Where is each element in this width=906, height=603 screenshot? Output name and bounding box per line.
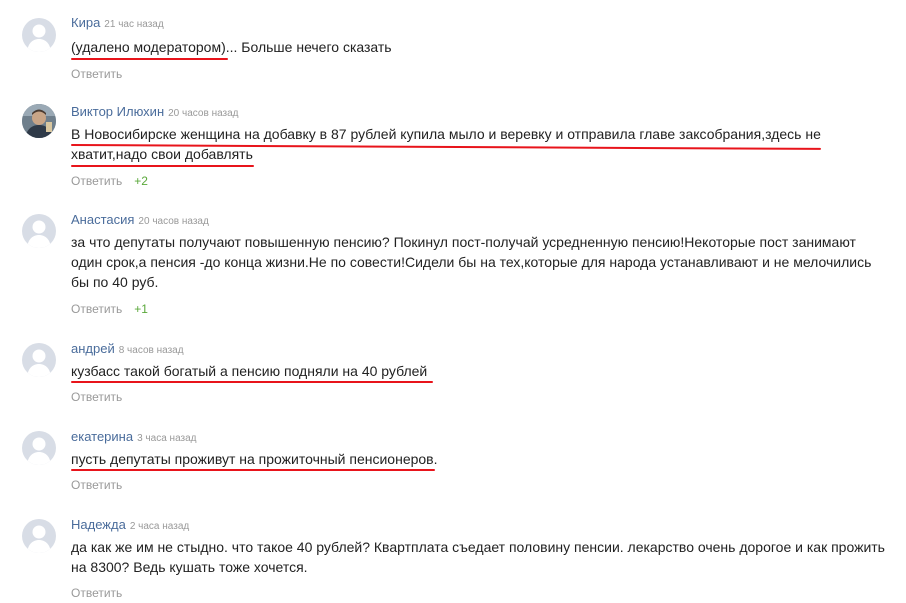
highlight-underline (71, 381, 433, 383)
default-avatar-icon[interactable] (22, 214, 56, 248)
comment-time: 21 час назад (104, 19, 164, 30)
comment-time: 8 часов назад (118, 345, 184, 356)
comment-author[interactable]: Анастасия 20 часов назад (71, 212, 209, 227)
comment-time: 20 часов назад (168, 108, 239, 119)
highlight-underline (71, 165, 254, 167)
author-name[interactable]: Анастасия (71, 212, 134, 227)
reply-button[interactable]: Ответить (71, 478, 122, 492)
comment-footer: Ответить (71, 586, 122, 600)
author-name[interactable]: Виктор Илюхин (71, 104, 164, 119)
reply-button[interactable]: Ответить (71, 67, 122, 81)
comment-time: 3 часа назад (137, 433, 197, 444)
default-avatar-icon[interactable] (22, 343, 56, 377)
author-name[interactable]: екатерина (71, 429, 133, 444)
comment-text: (удалено модератором)... Больше нечего с… (71, 39, 392, 55)
comment-footer: Ответить +1 (71, 302, 148, 316)
comment-footer: Ответить (71, 67, 122, 81)
comment-text: пусть депутаты проживут на прожиточный п… (71, 451, 438, 467)
reply-button[interactable]: Ответить (71, 586, 122, 600)
comment-text: за что депутаты получают повышенную пенс… (71, 234, 872, 290)
author-name[interactable]: андрей (71, 341, 115, 356)
comment-footer: Ответить +2 (71, 174, 148, 188)
reply-button[interactable]: Ответить (71, 390, 122, 404)
comment-text: да как же им не стыдно. что такое 40 руб… (71, 539, 885, 575)
author-name[interactable]: Надежда (71, 517, 126, 532)
comment-time: 2 часа назад (129, 521, 190, 532)
comment-author[interactable]: андрей 8 часов назад (71, 341, 184, 356)
user-photo-avatar[interactable] (22, 104, 56, 138)
vote-count: +1 (134, 302, 148, 316)
default-avatar-icon[interactable] (22, 519, 56, 553)
comment-text: кузбасс такой богатый а пенсию подняли н… (71, 363, 428, 379)
reply-button[interactable]: Ответить (71, 302, 122, 316)
comment-time: 20 часов назад (138, 216, 209, 227)
comment-author[interactable]: екатерина 3 часа назад (71, 429, 197, 444)
comment-footer: Ответить (71, 390, 122, 404)
highlight-underline (71, 469, 435, 471)
highlight-underline (71, 58, 228, 60)
comment-footer: Ответить (71, 478, 122, 492)
comment-author[interactable]: Виктор Илюхин 20 часов назад (71, 104, 239, 119)
default-avatar-icon[interactable] (22, 431, 56, 465)
comment-author[interactable]: Надежда 2 часа назад (71, 517, 189, 532)
reply-button[interactable]: Ответить (71, 174, 122, 188)
vote-count: +2 (134, 174, 148, 188)
comment-author[interactable]: Кира 21 час назад (71, 15, 164, 30)
default-avatar-icon[interactable] (22, 18, 56, 52)
author-name[interactable]: Кира (71, 15, 100, 30)
